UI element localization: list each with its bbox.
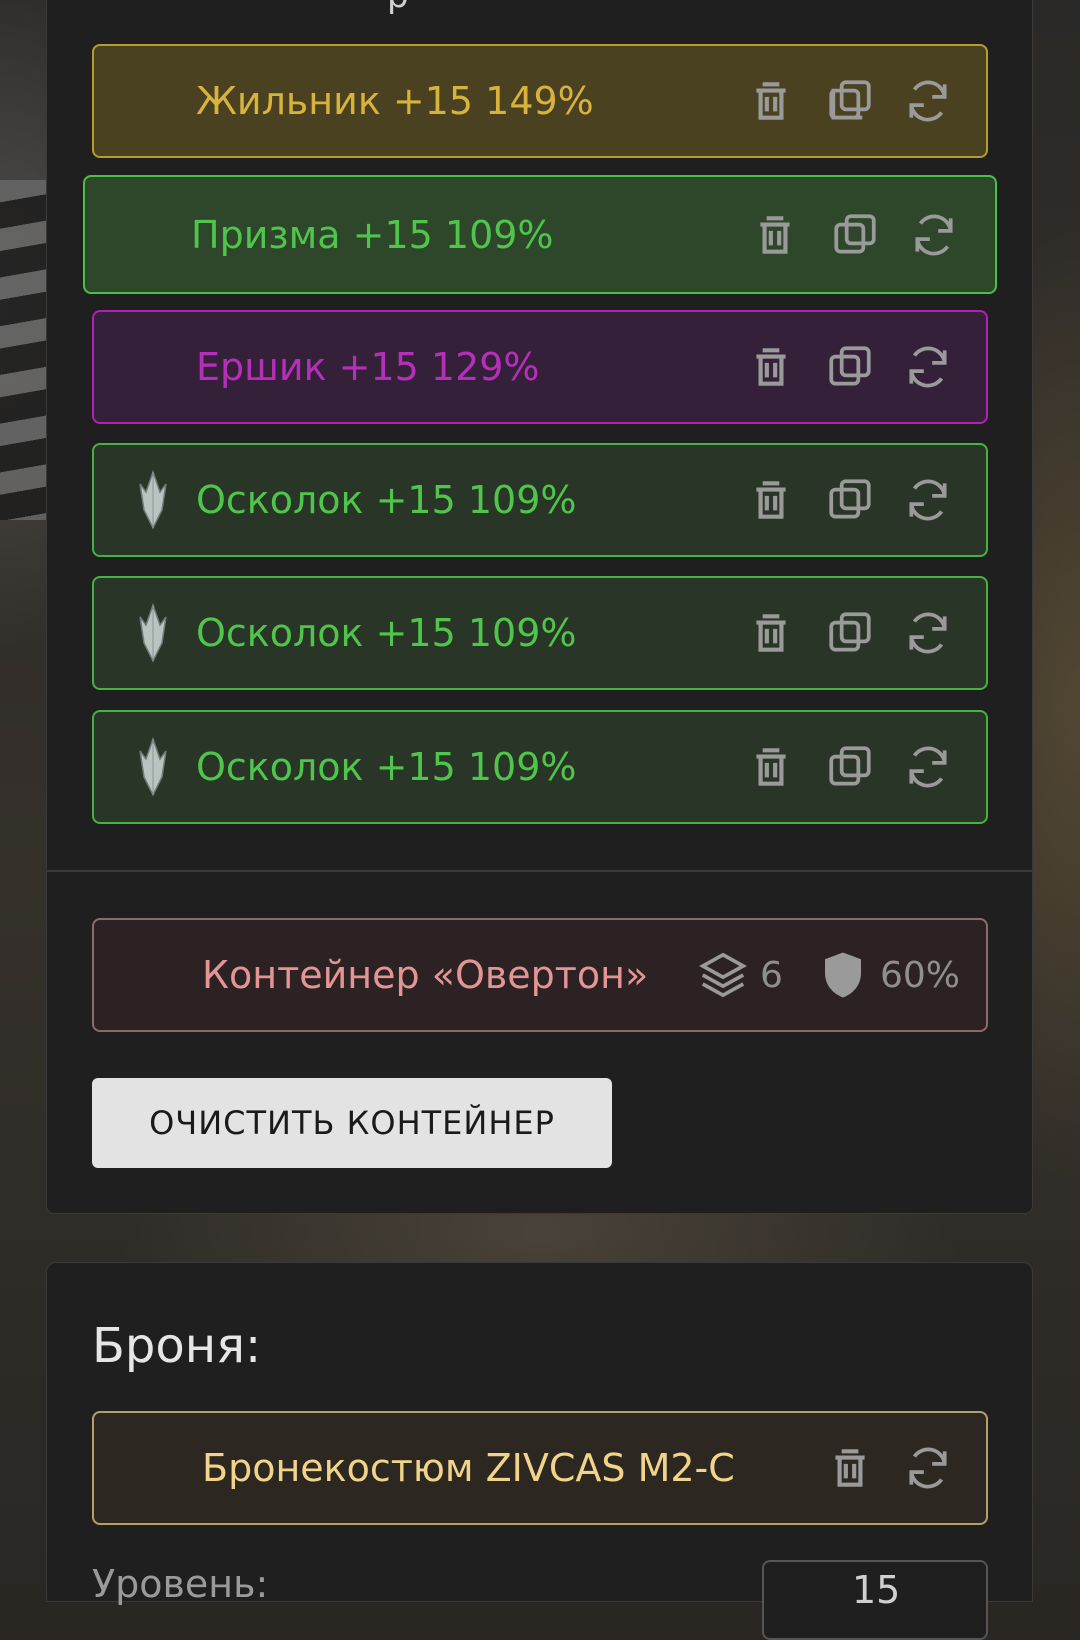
module-row: Жильник +15 149% — [92, 44, 988, 158]
module-row: Осколок +15 109% — [92, 443, 988, 557]
module-row: Осколок +15 109% — [92, 710, 988, 824]
slots-value: 6 — [760, 954, 783, 996]
copy-icon[interactable] — [823, 740, 877, 794]
level-input[interactable]: 15 — [762, 1560, 988, 1640]
module-row: Осколок +15 109% — [92, 576, 988, 690]
container-slots: 6 — [696, 948, 783, 1002]
protection-value: 60% — [880, 954, 961, 996]
trash-icon[interactable] — [744, 606, 798, 660]
copy-icon[interactable] — [823, 340, 877, 394]
armor-row[interactable]: Бронекостюм ZIVCAS M2-C — [92, 1411, 988, 1525]
level-label: Уровень: — [92, 1562, 269, 1606]
module-label: Жильник +15 149% — [196, 79, 594, 123]
module-label: Осколок +15 109% — [196, 478, 577, 522]
module-label: Осколок +15 109% — [196, 611, 577, 655]
shield-icon — [825, 952, 861, 998]
refresh-icon[interactable] — [901, 606, 955, 660]
container-protection: 60% — [816, 948, 960, 1002]
container-label: Контейнер «Овертон» — [202, 953, 649, 997]
crystal-icon — [139, 737, 167, 797]
refresh-icon[interactable] — [901, 1441, 955, 1495]
module-row: Ершик +15 129% — [92, 310, 988, 424]
background-stripes — [0, 180, 50, 520]
refresh-icon[interactable] — [901, 740, 955, 794]
trash-icon[interactable] — [823, 1441, 877, 1495]
layers-icon — [699, 952, 747, 998]
copy-icon[interactable] — [828, 208, 882, 262]
crystal-icon — [139, 470, 167, 530]
trash-icon[interactable] — [744, 473, 798, 527]
armor-section-title: Броня: — [92, 1318, 262, 1374]
trash-icon[interactable] — [744, 740, 798, 794]
copy-icon[interactable] — [823, 74, 877, 128]
refresh-icon[interactable] — [901, 74, 955, 128]
section-divider — [46, 870, 1033, 872]
panel-heading-cut: р — [387, 0, 409, 16]
module-label: Призма +15 109% — [191, 212, 554, 257]
module-label: Осколок +15 109% — [196, 745, 577, 789]
trash-icon[interactable] — [744, 74, 798, 128]
refresh-icon[interactable] — [907, 208, 961, 262]
trash-icon[interactable] — [748, 208, 802, 262]
container-row[interactable]: Контейнер «Овертон» 6 60% — [92, 918, 988, 1032]
armor-label: Бронекостюм ZIVCAS M2-C — [202, 1446, 735, 1490]
crystal-icon — [139, 603, 167, 663]
refresh-icon[interactable] — [901, 473, 955, 527]
clear-container-button[interactable]: ОЧИСТИТЬ КОНТЕЙНЕР — [92, 1078, 612, 1168]
trash-icon[interactable] — [744, 340, 798, 394]
copy-icon[interactable] — [823, 606, 877, 660]
refresh-icon[interactable] — [901, 340, 955, 394]
module-row: Призма +15 109% — [83, 175, 997, 294]
module-label: Ершик +15 129% — [196, 345, 540, 389]
copy-icon[interactable] — [823, 473, 877, 527]
